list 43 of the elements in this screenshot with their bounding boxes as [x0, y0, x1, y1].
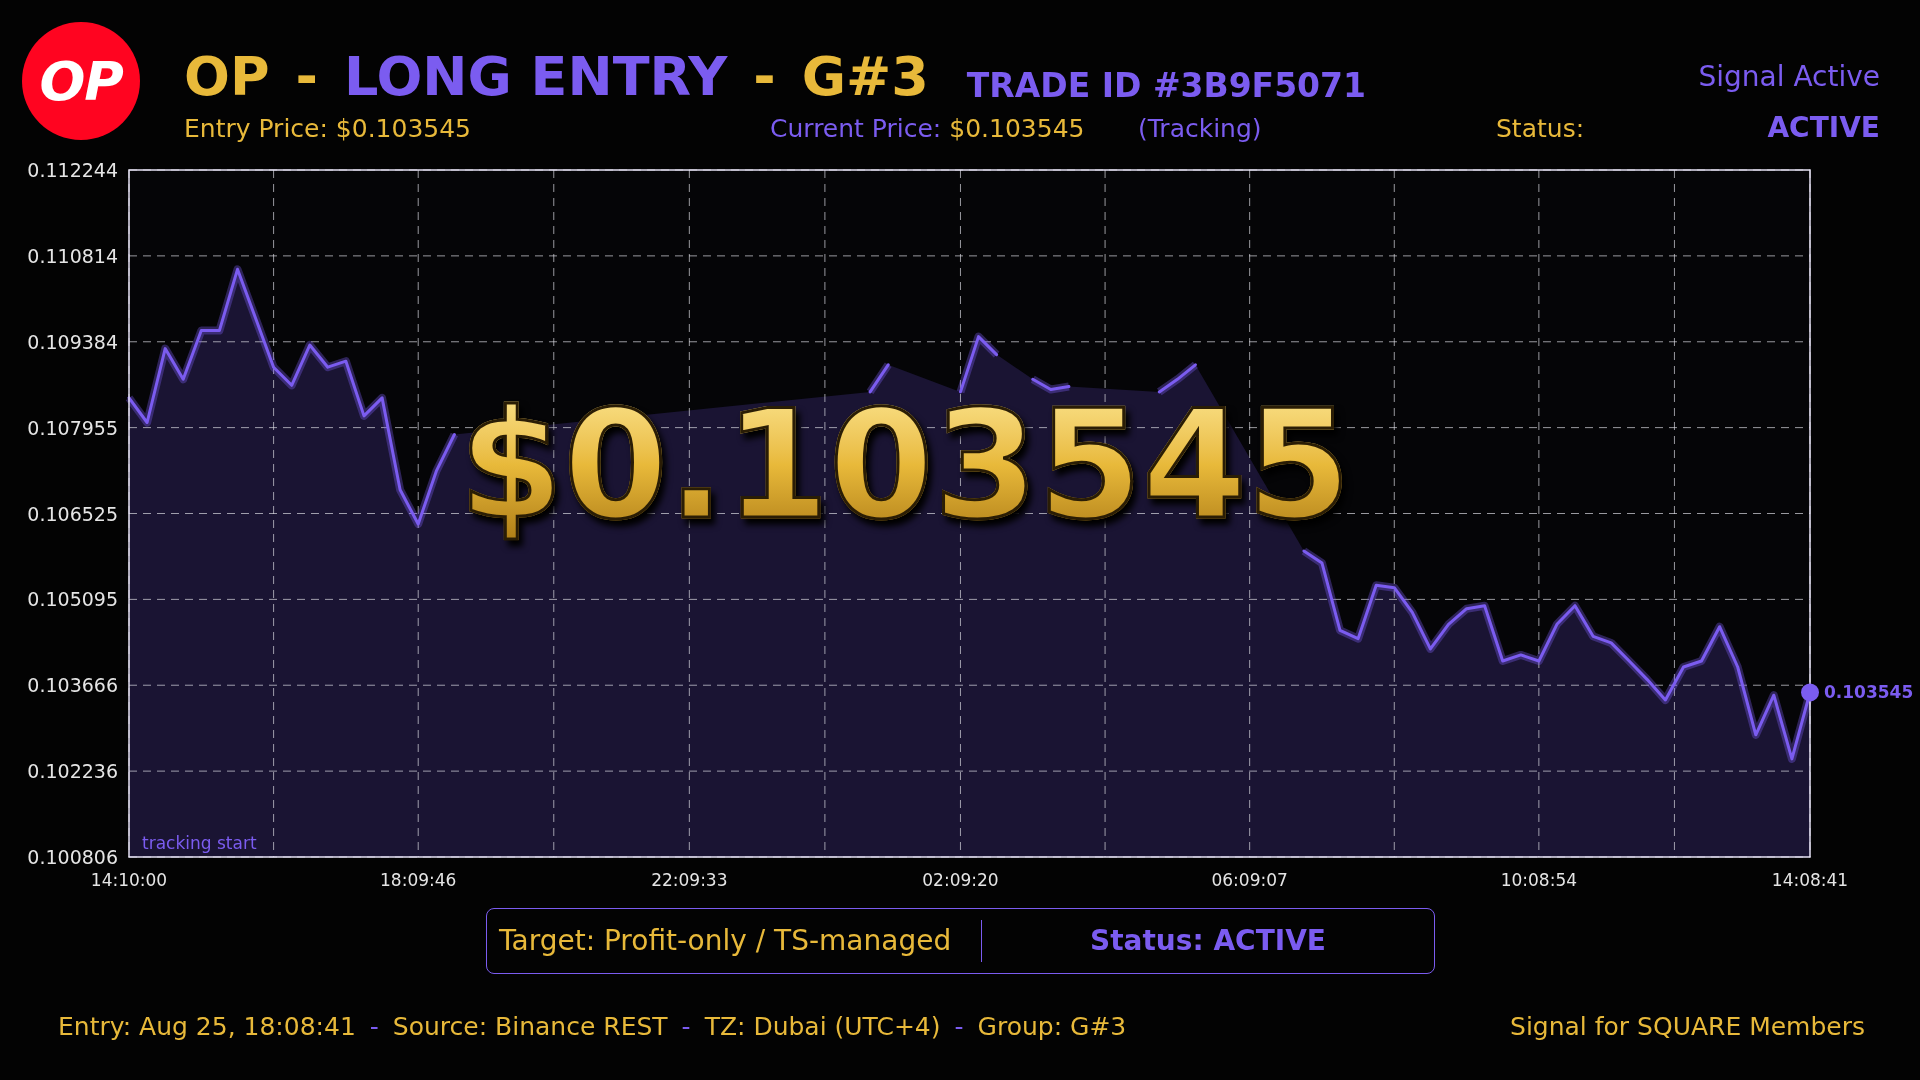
footer-info: Group: G#3	[977, 1011, 1127, 1043]
tracking-label: (Tracking)	[1138, 115, 1263, 141]
separator: -	[681, 1011, 691, 1043]
separator: -	[954, 1011, 964, 1043]
status-value: ACTIVE	[1767, 114, 1880, 142]
x-axis-label: 10:08:54	[1500, 870, 1578, 890]
tracking-start-label: tracking start	[142, 833, 257, 853]
y-axis-label: 0.103666	[27, 674, 118, 697]
title-text: G#3	[801, 50, 929, 104]
y-axis-label: 0.112244	[27, 160, 118, 181]
current-price-label: Current Price:	[770, 115, 942, 141]
title-text: -	[753, 50, 776, 104]
y-axis-label: 0.102236	[27, 760, 118, 783]
footer-info: Source: Binance REST	[392, 1011, 668, 1043]
current-price: $0.103545	[949, 115, 1085, 141]
box-status: Status: ACTIVE	[1089, 923, 1327, 959]
entry-price: Entry Price: $0.103545	[184, 115, 472, 141]
x-axis-label: 02:09:20	[922, 870, 999, 890]
tagline: Signal for SQUARE Members	[1510, 1011, 1865, 1043]
footer-info: TZ: Dubai (UTC+4)	[704, 1011, 941, 1043]
x-axis-label: 06:09:07	[1211, 870, 1288, 890]
y-axis-label: 0.106525	[27, 502, 118, 525]
y-axis-label: 0.110814	[27, 244, 118, 267]
title-text: OP	[184, 50, 270, 104]
separator: -	[369, 1011, 379, 1043]
y-axis-label: 0.100806	[27, 846, 118, 868]
x-axis-label: 22:09:33	[651, 870, 728, 890]
y-axis-label: 0.105095	[27, 588, 118, 611]
logo: OP	[22, 22, 140, 140]
signal-status: Signal Active	[1698, 63, 1880, 91]
x-axis-label: 18:09:46	[380, 870, 457, 890]
y-axis-label: 0.109384	[27, 330, 118, 353]
price-label: 0.103545	[1824, 682, 1914, 703]
end-point-marker	[1801, 683, 1819, 702]
x-axis-label: 14:08:41	[1771, 870, 1849, 890]
y-axis-label: 0.107955	[27, 416, 118, 439]
x-axis-label: 14:10:00	[90, 870, 168, 890]
title-text: -	[295, 50, 318, 104]
status-label: Status:	[1496, 115, 1586, 141]
target-text: Target: Profit-only / TS-managed	[498, 923, 953, 959]
footer-info: Entry: Aug 25, 18:08:41	[58, 1011, 356, 1043]
trade-id: TRADE ID #3B9F5071	[966, 69, 1366, 102]
title-text: LONG ENTRY	[343, 50, 728, 104]
